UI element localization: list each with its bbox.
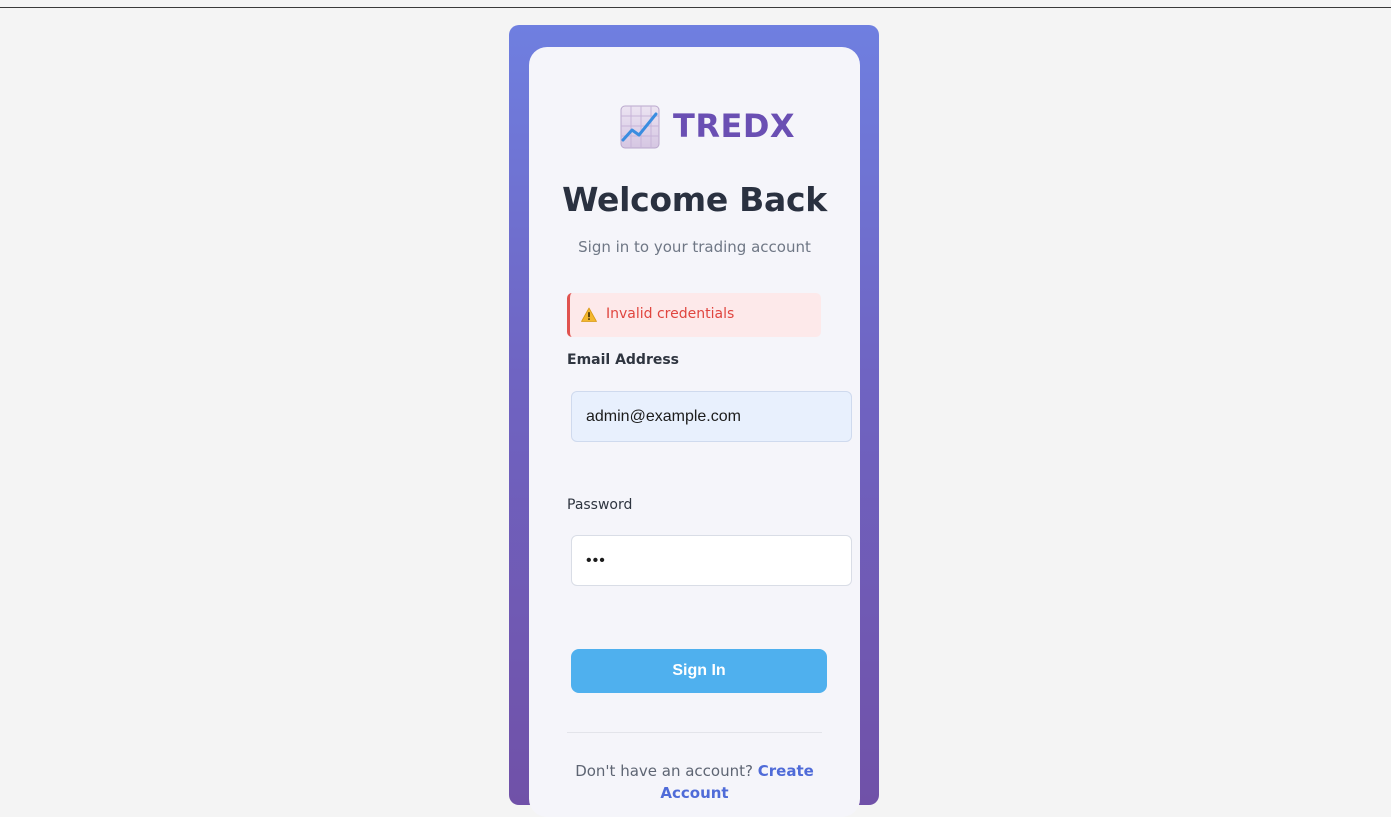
email-field[interactable] — [571, 391, 852, 442]
page-title: Welcome Back — [562, 180, 827, 219]
warning-icon — [581, 307, 597, 323]
error-alert: Invalid credentials — [567, 293, 821, 337]
signup-prompt-text: Don't have an account? — [575, 762, 753, 780]
error-message: Invalid credentials — [606, 306, 735, 322]
brand-name: TREDX — [673, 107, 796, 145]
password-field[interactable] — [571, 535, 852, 586]
chart-increasing-icon — [620, 104, 660, 150]
email-label: Email Address — [567, 352, 680, 368]
page-subtitle: Sign in to your trading account — [578, 238, 811, 256]
password-label: Password — [567, 497, 633, 513]
top-divider — [0, 7, 1391, 8]
footer-divider — [567, 732, 822, 733]
sign-in-button[interactable]: Sign In — [571, 649, 827, 693]
signup-prompt: Don't have an account? Create Account — [567, 760, 822, 804]
